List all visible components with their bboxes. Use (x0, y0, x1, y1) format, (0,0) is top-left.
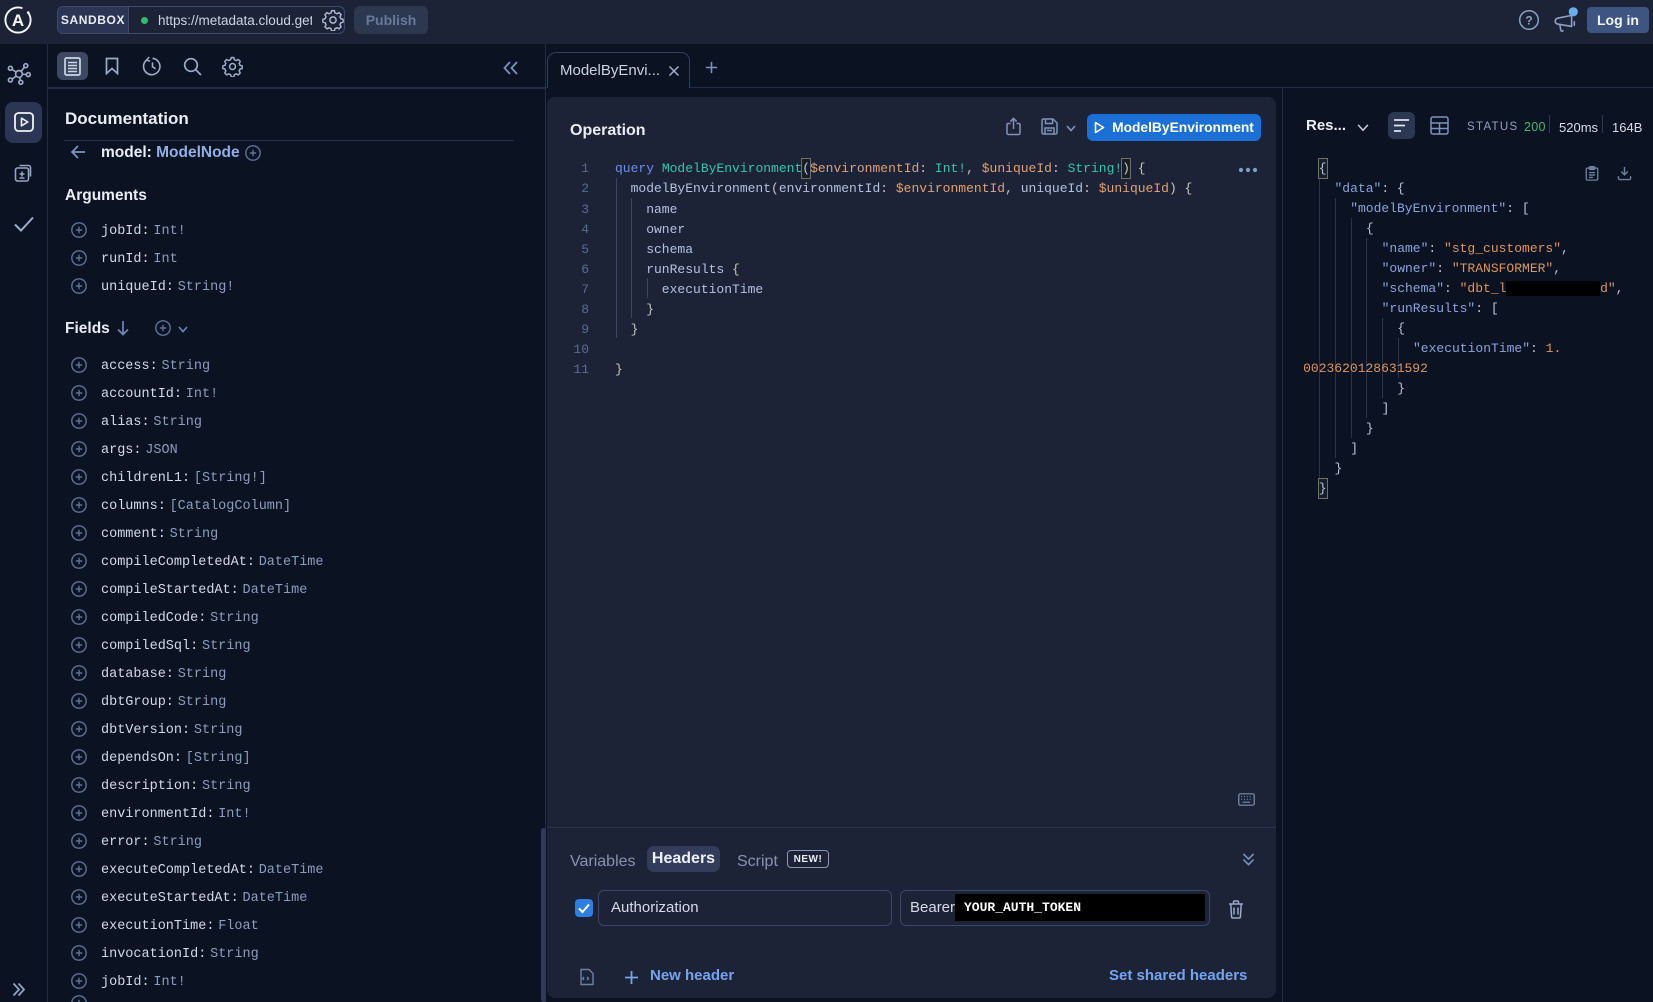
svg-text:A: A (12, 11, 24, 30)
svg-text:?: ? (1525, 14, 1532, 28)
